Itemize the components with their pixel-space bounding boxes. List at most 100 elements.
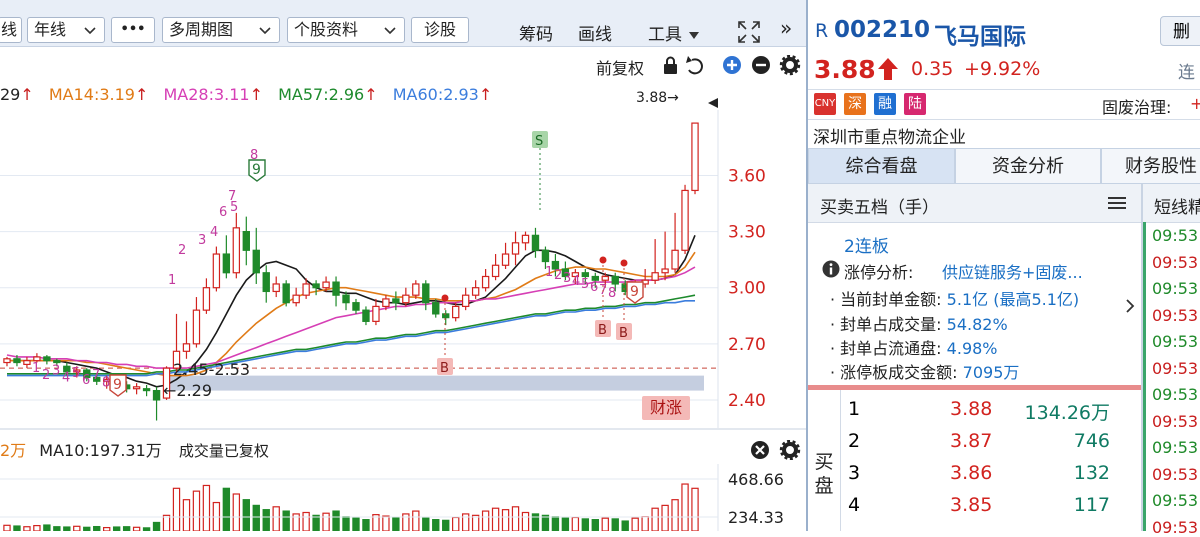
buy-signal-marker[interactable]: B — [595, 320, 611, 338]
buy-signal-marker[interactable]: B — [437, 358, 453, 376]
vol-ma5-legend: 2万 — [0, 441, 27, 460]
collapse-panel-icon[interactable]: » — [780, 16, 792, 40]
tick-time[interactable]: 09:53: — [1152, 491, 1200, 510]
tab-overview[interactable]: 综合看盘 — [808, 148, 955, 184]
sequence-count-label: 4 — [210, 225, 218, 240]
candle-up — [302, 283, 310, 296]
last-price-marker: 3.88→ — [636, 90, 679, 106]
limit-analysis-value[interactable]: 供应链服务+固废... — [942, 259, 1083, 283]
candlestick-chart[interactable]: 3.603.303.002.702.40 1 2 3 4 5 6 7 8123456781 2 3… — [0, 110, 806, 428]
badge-lu[interactable]: 陆 — [904, 93, 926, 115]
stock-info-dropdown[interactable]: 个股资料 — [287, 17, 405, 43]
price-tick-label: 3.60 — [728, 166, 766, 186]
candle-up — [372, 305, 380, 322]
tick-time[interactable]: 09:53: — [1152, 279, 1200, 298]
volume-bar — [621, 520, 629, 531]
badge-cny[interactable]: CNY — [814, 93, 836, 115]
settings-gear-icon[interactable] — [779, 55, 801, 76]
buy-side-label: 买盘 — [814, 451, 834, 497]
badge-rong[interactable]: 融 — [874, 93, 896, 115]
year-line-dropdown[interactable]: 年线 — [27, 17, 105, 43]
candle-up — [511, 242, 520, 255]
volume-bar — [83, 526, 91, 531]
cai-zhang-badge[interactable]: 财涨 — [642, 396, 690, 420]
zoom-in-icon[interactable] — [723, 56, 741, 74]
tab-capital-analysis[interactable]: 资金分析 — [955, 148, 1101, 184]
candle-down — [282, 283, 290, 304]
nine-sequence-marker-sell: 9 — [626, 281, 644, 304]
chips-button[interactable]: 筹码 — [519, 20, 553, 45]
tick-time[interactable]: 09:53: — [1152, 226, 1200, 245]
tab-financial[interactable]: 财务股性 — [1101, 148, 1200, 184]
price-tick-label: 3.30 — [728, 223, 766, 243]
candle-down — [442, 313, 450, 319]
tick-time[interactable]: 09:53: — [1152, 306, 1200, 325]
sequence-count-label: 6 — [219, 205, 227, 220]
chevron-right-icon[interactable] — [1125, 298, 1135, 314]
volume-bar — [33, 524, 41, 531]
more-button[interactable]: ••• — [111, 17, 155, 43]
price-axis: 3.60 3.30 3.00 2.70 2.40 — [717, 110, 766, 428]
tick-time[interactable]: 09:53: — [1152, 332, 1200, 351]
draw-line-button[interactable]: 画线 — [578, 20, 612, 45]
sequence-count-label: 1 — [545, 265, 553, 280]
sell-signal-marker[interactable]: S — [532, 131, 548, 149]
candle-down — [422, 283, 430, 304]
volume-bar — [252, 504, 260, 531]
bid-row-1[interactable]: 1 3.88 134.26万 — [848, 398, 1148, 430]
candle-up — [23, 360, 31, 366]
delete-favorite-button[interactable]: 删 — [1160, 16, 1200, 46]
volume-chart[interactable]: 468.66 234.33 — [0, 464, 806, 531]
volume-bar — [93, 525, 101, 531]
seal-amount-row: · 当前封单金额: 5.1亿 (最高5.1亿) — [830, 286, 1079, 310]
bid-row-4[interactable]: 4 3.85 117 — [848, 494, 1148, 526]
pane-divider — [0, 428, 806, 430]
forward-restore-toggle[interactable]: 前复权 — [596, 55, 644, 79]
candle-down — [332, 281, 340, 296]
tools-dropdown[interactable]: 工具 — [648, 20, 700, 45]
ma14-legend: MA14:3.19 — [48, 85, 135, 104]
chevron-down-icon — [259, 27, 271, 35]
concept-governance-label[interactable]: 固废治理: — [1102, 94, 1171, 118]
volume-settings-gear-icon[interactable] — [779, 440, 801, 460]
volume-bar — [23, 526, 31, 531]
undo-icon[interactable] — [686, 56, 703, 75]
candle-up — [601, 275, 609, 281]
tick-time[interactable]: 09:53: — [1152, 465, 1200, 484]
bid-row-2[interactable]: 2 3.87 746 — [848, 430, 1148, 462]
buy-signal-marker[interactable]: B — [616, 323, 632, 341]
tick-time[interactable]: 09:53: — [1152, 438, 1200, 457]
ma7-line — [7, 234, 696, 388]
limit-analysis-label: 涨停分析: — [844, 263, 914, 282]
fullscreen-icon[interactable] — [737, 20, 761, 44]
volume-bar — [422, 517, 430, 531]
candle-down — [53, 360, 61, 364]
multi-period-dropdown[interactable]: 多周期图 — [162, 17, 280, 43]
short-line-title[interactable]: 短线精 — [1154, 193, 1200, 218]
bid-row-3[interactable]: 3 3.86 132 — [848, 462, 1148, 494]
price-tick-label: 2.40 — [728, 391, 766, 411]
svg-text:9: 9 — [630, 284, 639, 300]
zoom-out-icon[interactable] — [752, 56, 770, 74]
volume-bar — [342, 516, 350, 531]
tick-time[interactable]: 09:53: — [1152, 518, 1200, 537]
diagnose-button[interactable]: 诊股 — [411, 17, 469, 43]
volume-bar — [671, 499, 679, 531]
lock-icon[interactable] — [664, 56, 677, 75]
concept-governance-value: + — [1190, 94, 1200, 113]
vol-ma10-legend: MA10:197.31万 — [39, 441, 162, 460]
candle-down — [312, 283, 320, 289]
tick-time[interactable]: 09:53: — [1152, 385, 1200, 404]
period-line-button[interactable]: 线 — [0, 17, 22, 43]
volume-bar — [242, 499, 250, 531]
tick-time[interactable]: 09:53: — [1152, 253, 1200, 272]
badge-shen[interactable]: 深 — [844, 93, 866, 115]
close-pane-icon[interactable] — [751, 441, 769, 459]
sequence-count-label: 1 — [32, 361, 40, 376]
menu-icon[interactable] — [1108, 196, 1126, 210]
volume-bar — [581, 518, 590, 531]
tick-time[interactable]: 09:53: — [1152, 412, 1200, 431]
bid-volume: 746 — [1073, 430, 1110, 452]
volume-bars — [3, 483, 699, 531]
tick-time[interactable]: 09:53: — [1152, 359, 1200, 378]
